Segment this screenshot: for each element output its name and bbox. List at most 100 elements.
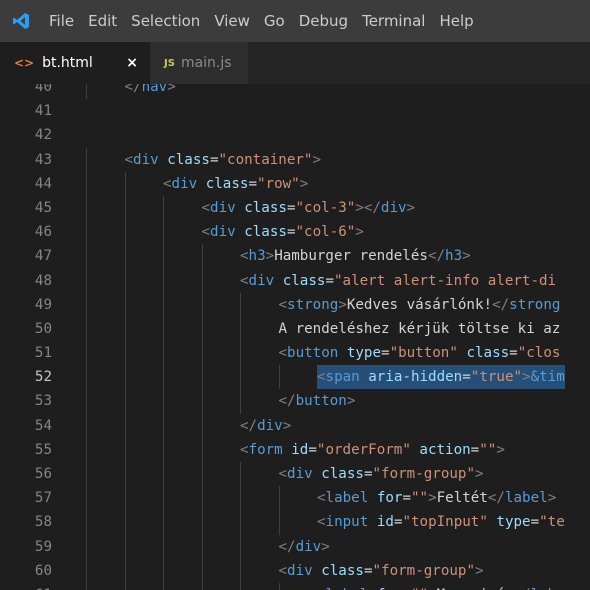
code-line[interactable]: 60 <div class="form-group">: [0, 558, 590, 583]
code-token: class: [205, 175, 249, 192]
code-line[interactable]: 56 <div class="form-group">: [0, 462, 590, 487]
indent-guide: [163, 437, 164, 462]
menu-go[interactable]: Go: [257, 0, 292, 42]
code-line[interactable]: 44 <div class="row">: [0, 171, 590, 196]
code-line[interactable]: 52 <span aria-hidden="true">&tim: [0, 365, 590, 390]
code-line[interactable]: 40 </nav>: [0, 84, 590, 100]
indent-guide: [124, 413, 126, 438]
indent-guide: [163, 365, 164, 390]
indent-guide: [86, 341, 87, 366]
indent-guide: [86, 486, 87, 511]
code-line[interactable]: 48 <div class="alert alert-info alert-di: [0, 268, 590, 293]
code-text: <button type="button" class="clos: [279, 341, 561, 365]
tab-label: main.js: [180, 55, 232, 71]
menu-debug[interactable]: Debug: [292, 0, 355, 42]
code-token: <: [317, 369, 326, 386]
menu-edit[interactable]: Edit: [81, 0, 124, 42]
code-line[interactable]: 47 <h3>Hamburger rendelés</h3>: [0, 244, 590, 269]
menu-items: File Edit Selection View Go Debug Terminal Help: [42, 0, 481, 42]
indent-guide: [163, 413, 164, 438]
line-number: 50: [34, 320, 52, 337]
menu-terminal[interactable]: Terminal: [355, 0, 432, 42]
code-token: "row": [256, 175, 300, 192]
indent-guide: [124, 341, 126, 366]
code-line[interactable]: 41: [0, 99, 590, 123]
code-token: "form-group": [372, 466, 475, 482]
line-number: 44: [34, 175, 52, 192]
code-text: </button>: [279, 389, 356, 413]
code-line[interactable]: 43 <div class="container">: [0, 147, 590, 172]
code-token: "clos: [517, 345, 561, 362]
tab-bt-html[interactable]: <> bt.html ×: [0, 42, 150, 84]
code-token: h3: [248, 248, 266, 265]
code-token: class: [282, 272, 326, 289]
code-text: <h3>Hamburger rendelés</h3>: [240, 244, 471, 268]
code-token: "button": [389, 345, 458, 362]
indent-guide: [201, 462, 203, 487]
code-line[interactable]: 46 <div class="col-6">: [0, 220, 590, 245]
indent-guide: [86, 316, 87, 342]
code-token: <: [163, 175, 172, 192]
indent-guide: [86, 147, 87, 172]
code-token: >: [321, 538, 330, 555]
line-number: 57: [34, 490, 52, 507]
indent-guide: [124, 462, 126, 487]
line-number: 52: [34, 369, 52, 386]
code-text: </div>: [240, 414, 291, 438]
code-line[interactable]: 45 <div class="col-3"></div>: [0, 195, 590, 221]
tab-main-js[interactable]: JS main.js: [150, 42, 248, 84]
line-number: 45: [34, 199, 52, 216]
code-line[interactable]: 54 </div>: [0, 413, 590, 438]
code-token: span: [325, 369, 360, 386]
code-token: aria-hidden: [368, 369, 463, 386]
indent-guide: [86, 84, 87, 100]
code-line[interactable]: 55 <form id="orderForm" action="">: [0, 437, 590, 462]
menu-selection[interactable]: Selection: [124, 0, 207, 42]
code-text: <strong>Kedves vásárlónk!</strong: [279, 293, 561, 317]
indent-guide: [240, 486, 241, 511]
code-line[interactable]: 42: [0, 123, 590, 147]
code-token: "true": [470, 369, 523, 386]
code-lines: 40 </nav> 41 42 43 <div class="container"> 44 <…: [0, 84, 590, 590]
code-token: "te: [539, 514, 565, 531]
code-line[interactable]: 49 <strong>Kedves vásárlónk!</strong: [0, 292, 590, 317]
code-token: </: [492, 296, 510, 313]
indent-guide: [124, 365, 126, 390]
indent-guide: [163, 582, 164, 590]
code-line[interactable]: 61 <label for="">Mennyiség</labe: [0, 582, 590, 590]
code-editor[interactable]: 40 </nav> 41 42 43 <div class="container"> 44 <…: [0, 84, 590, 590]
code-token: strong: [509, 296, 561, 313]
code-token: ></: [355, 199, 381, 216]
tab-label: bt.html: [42, 55, 93, 71]
menu-help[interactable]: Help: [432, 0, 480, 42]
indent-guide: [86, 582, 87, 590]
menu-file[interactable]: File: [42, 0, 81, 42]
indent-guide: [124, 220, 126, 245]
code-token: >: [265, 248, 275, 265]
code-line[interactable]: 57 <label for="">Feltét</label>: [0, 486, 590, 511]
indent-guide: [201, 510, 203, 535]
indent-guide: [124, 558, 126, 583]
code-token: type: [346, 345, 382, 362]
indent-guide: [201, 534, 203, 559]
code-text: <div class="alert alert-info alert-di: [240, 269, 556, 293]
code-line[interactable]: 51 <button type="button" class="clos: [0, 341, 590, 366]
code-token: "": [410, 490, 429, 507]
close-icon[interactable]: ×: [126, 55, 138, 71]
code-line[interactable]: 59 </div>: [0, 534, 590, 559]
code-token: >: [462, 248, 471, 265]
code-token: div: [248, 272, 275, 289]
code-token: input: [325, 514, 369, 531]
indent-guide: [240, 365, 241, 390]
code-line[interactable]: 50 A rendeléshez kérjük töltse ki az: [0, 316, 590, 342]
indent-guide: [124, 389, 126, 414]
indent-guide: [124, 437, 126, 462]
code-token: div: [171, 175, 198, 192]
code-line[interactable]: 53 </button>: [0, 389, 590, 414]
indent-guide: [163, 510, 164, 535]
code-token: <: [124, 151, 134, 168]
code-line[interactable]: 58 <input id="topInput" type="te: [0, 510, 590, 535]
code-text: <div class="col-3"></div>: [202, 196, 416, 220]
menu-view[interactable]: View: [207, 0, 257, 42]
code-token: class: [321, 466, 364, 482]
